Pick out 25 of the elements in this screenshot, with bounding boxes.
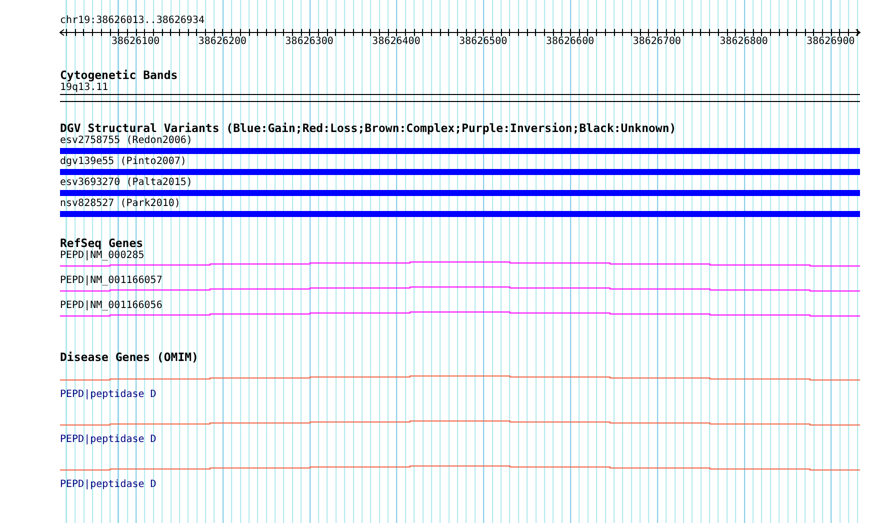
ruler-tick-label: 38626100	[110, 36, 161, 48]
variant-label: esv2758755 (Redon2006)	[60, 135, 192, 146]
ruler-tick-label: 38626700	[632, 36, 682, 48]
gene-label: PEPD|NM_001166056	[60, 300, 162, 311]
disease-gene-label: PEPD|peptidase D	[60, 479, 156, 490]
ruler-tick-label: 38626300	[284, 36, 334, 48]
ruler-tick-label: 38626400	[371, 36, 422, 48]
gene-label: PEPD|NM_000285	[60, 250, 144, 261]
ruler-tick-label: 38626500	[458, 36, 508, 48]
track-title: Cytogenetic Bands	[60, 68, 178, 82]
position-label: chr19:38626013..38626934	[60, 14, 204, 28]
band-label: 19q13.11	[60, 82, 108, 93]
gene-label: PEPD|NM_001166057	[60, 275, 162, 286]
ruler-tick-label: 38626200	[197, 36, 248, 48]
track-title: Disease Genes (OMIM)	[60, 350, 198, 364]
variant-label: esv3693270 (Palta2015)	[60, 177, 192, 188]
ruler-tick-label: 38626800	[718, 36, 769, 48]
ruler-tick-label: 38626600	[544, 36, 596, 48]
track-title: RefSeq Genes	[60, 236, 144, 250]
ruler-tick-label: 38626900	[806, 36, 856, 48]
track-title: DGV Structural Variants (Blue:Gain;Red:Loss;Brown:Complex;Purple:Inversion;Black:Unknown)	[60, 121, 676, 135]
variant-label: nsv828527 (Park2010)	[60, 198, 180, 209]
disease-gene-label: PEPD|peptidase D	[60, 434, 156, 445]
variant-label: dgv139e55 (Pinto2007)	[60, 156, 186, 167]
disease-gene-label: PEPD|peptidase D	[60, 389, 156, 400]
